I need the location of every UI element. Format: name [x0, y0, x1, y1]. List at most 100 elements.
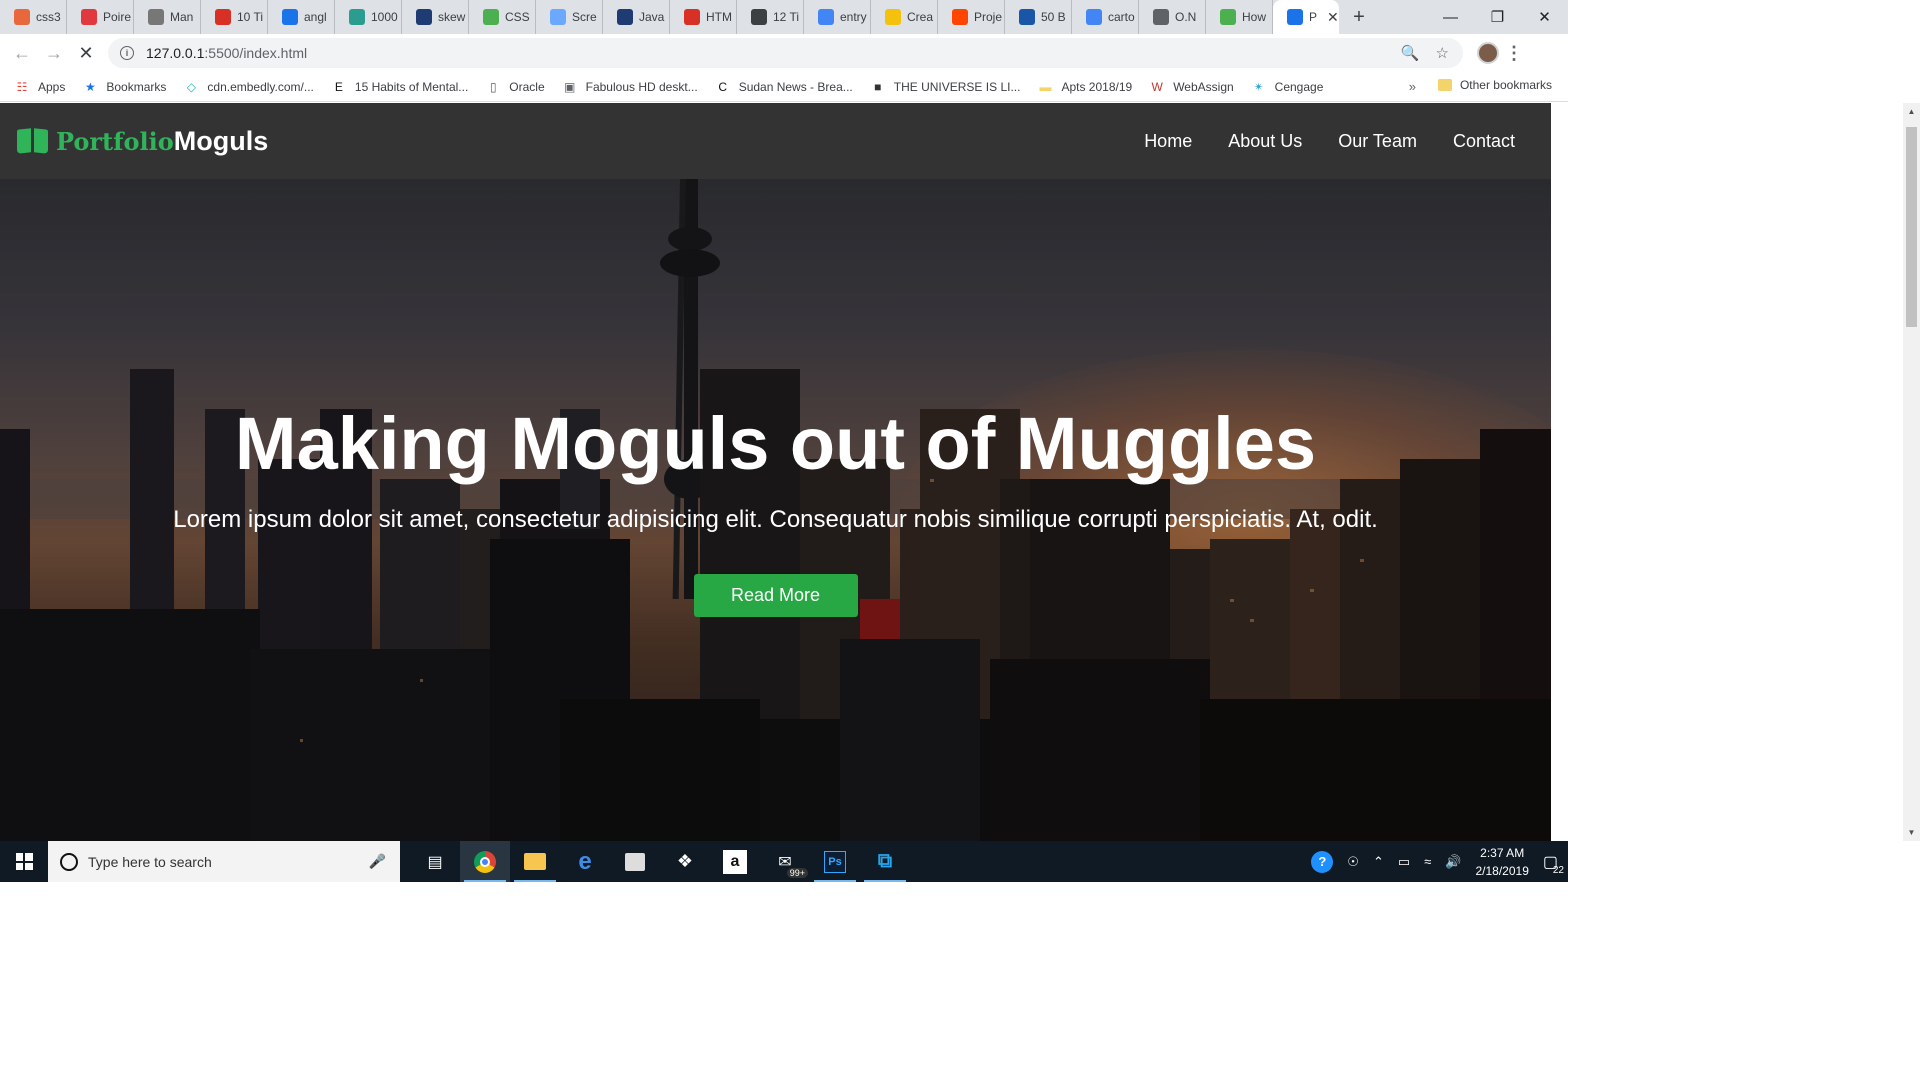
- nav-link-contact[interactable]: Contact: [1453, 131, 1515, 152]
- close-tab-icon[interactable]: ✕: [1327, 9, 1339, 26]
- browser-tab[interactable]: How: [1206, 0, 1273, 34]
- dropbox-icon[interactable]: ❖: [660, 841, 710, 882]
- store-icon[interactable]: [610, 841, 660, 882]
- nav-link-home[interactable]: Home: [1144, 131, 1192, 152]
- opera-icon: [684, 9, 700, 25]
- bookmark-label: Bookmarks: [106, 79, 167, 94]
- bookmark-item[interactable]: ▯ Oracle: [485, 79, 545, 95]
- page-scrollbar[interactable]: ▲ ▼: [1903, 103, 1920, 841]
- bookmark-item[interactable]: W WebAssign: [1149, 79, 1234, 95]
- browser-tab[interactable]: Poire: [67, 0, 134, 34]
- stop-loading-button[interactable]: ✕: [70, 37, 102, 69]
- browser-tab[interactable]: 12 Ti: [737, 0, 804, 34]
- w3-icon: [1220, 9, 1236, 25]
- browser-tab[interactable]: 10 Ti: [201, 0, 268, 34]
- mail-badge: 99+: [786, 868, 808, 878]
- bookmark-label: 15 Habits of Mental...: [354, 79, 469, 94]
- profile-avatar[interactable]: [1477, 42, 1499, 64]
- browser-tab[interactable]: HTM: [670, 0, 737, 34]
- url-host: 127.0.0.1: [146, 45, 205, 61]
- microphone-icon[interactable]: 🎤: [369, 853, 386, 870]
- clock[interactable]: 2:37 AM 2/18/2019: [1475, 844, 1528, 880]
- address-bar[interactable]: i 127.0.0.1:5500/index.html 🔍 ☆: [108, 38, 1463, 68]
- browser-tab[interactable]: Java: [603, 0, 670, 34]
- photo-icon: ■: [874, 79, 882, 94]
- help-icon[interactable]: ?: [1311, 850, 1334, 873]
- browser-tab[interactable]: 1000: [335, 0, 402, 34]
- bookmark-label: Cengage: [1274, 79, 1324, 94]
- c-icon: C: [718, 79, 728, 94]
- browser-tab[interactable]: css3: [0, 0, 67, 34]
- nav-link-our-team[interactable]: Our Team: [1338, 131, 1417, 152]
- battery-icon[interactable]: ▭: [1398, 854, 1410, 870]
- browser-tab[interactable]: CSS: [469, 0, 536, 34]
- browser-tab[interactable]: 50 B: [1005, 0, 1072, 34]
- back-button[interactable]: ←: [6, 37, 38, 69]
- site-info-icon[interactable]: i: [120, 46, 134, 60]
- chrome-icon[interactable]: [460, 841, 510, 882]
- browser-tab[interactable]: Man: [134, 0, 201, 34]
- bookmark-item[interactable]: ▬ Apts 2018/19: [1037, 79, 1132, 95]
- minimize-button[interactable]: —: [1427, 0, 1474, 34]
- zoom-icon[interactable]: 🔍: [1401, 44, 1420, 62]
- file-explorer-icon[interactable]: [510, 841, 560, 882]
- browser-tab[interactable]: P ✕: [1273, 0, 1339, 34]
- hero-content: Making Moguls out of Muggles Lorem ipsum…: [0, 401, 1551, 617]
- volume-icon[interactable]: 🔊: [1445, 854, 1461, 870]
- bookmark-item[interactable]: ■ THE UNIVERSE IS LI...: [870, 79, 1020, 95]
- browser-tab[interactable]: angl: [268, 0, 335, 34]
- logo-text-moguls: Moguls: [173, 125, 269, 156]
- read-more-button[interactable]: Read More: [693, 574, 858, 617]
- vscode-icon[interactable]: ⧉: [860, 841, 910, 882]
- page-icon: [1153, 9, 1169, 25]
- other-bookmarks[interactable]: Other bookmarks: [1437, 78, 1552, 92]
- bookmark-item[interactable]: ◇ cdn.embedly.com/...: [183, 79, 314, 95]
- edge-icon[interactable]: e: [560, 841, 610, 882]
- forward-button[interactable]: →: [38, 37, 70, 69]
- bookmark-item[interactable]: ▣ Fabulous HD deskt...: [562, 79, 698, 95]
- embedly-icon: ◇: [186, 79, 196, 94]
- scroll-down-arrow-icon[interactable]: ▼: [1903, 828, 1920, 837]
- tab-label: How: [1242, 10, 1267, 24]
- wifi-icon[interactable]: ≈: [1424, 854, 1431, 869]
- browser-tab[interactable]: entry: [804, 0, 871, 34]
- people-icon[interactable]: ☉: [1347, 854, 1359, 870]
- browser-tab[interactable]: carto: [1072, 0, 1139, 34]
- bookmark-item[interactable]: ✴ Cengage: [1251, 79, 1324, 95]
- browser-tab[interactable]: Scre: [536, 0, 603, 34]
- bookmark-item[interactable]: C Sudan News - Brea...: [715, 79, 852, 95]
- browser-tab[interactable]: O.N: [1139, 0, 1206, 34]
- hero-subtitle: Lorem ipsum dolor sit amet, consectetur …: [173, 506, 1378, 533]
- robot-icon: [148, 9, 164, 25]
- bookmark-item[interactable]: ☷ Apps: [14, 79, 66, 95]
- new-tab-button[interactable]: +: [1339, 0, 1379, 34]
- mail-icon[interactable]: ✉ 99+: [760, 841, 810, 882]
- nav-link-about-us[interactable]: About Us: [1228, 131, 1302, 152]
- photoshop-icon[interactable]: Ps: [810, 841, 860, 882]
- close-window-button[interactable]: ✕: [1521, 0, 1568, 34]
- task-view-icon[interactable]: ▤: [410, 841, 460, 882]
- restore-button[interactable]: ❐: [1474, 0, 1521, 34]
- bookmarks-overflow-button[interactable]: »: [1409, 79, 1416, 94]
- loading-icon: [1287, 9, 1303, 25]
- browser-menu-icon[interactable]: ⋮: [1499, 43, 1529, 64]
- start-button[interactable]: [0, 841, 48, 882]
- browser-toolbar: ← → ✕ i 127.0.0.1:5500/index.html 🔍 ☆ ⋮: [0, 34, 1568, 72]
- action-center-icon[interactable]: ▢ 22: [1543, 852, 1564, 876]
- circle-icon: [550, 9, 566, 25]
- clock-date: 2/18/2019: [1475, 863, 1529, 878]
- taskbar-search-box[interactable]: Type here to search 🎤: [48, 841, 400, 882]
- browser-tab[interactable]: Crea: [871, 0, 938, 34]
- bookmark-star-icon[interactable]: ☆: [1436, 44, 1449, 62]
- bookmark-item[interactable]: ★ Bookmarks: [82, 79, 166, 95]
- url-text[interactable]: 127.0.0.1:5500/index.html: [146, 45, 307, 61]
- site-logo[interactable]: PortfolioMoguls: [17, 126, 268, 157]
- bookmark-label: Apts 2018/19: [1061, 79, 1133, 94]
- browser-tab[interactable]: skew: [402, 0, 469, 34]
- amazon-icon[interactable]: a: [710, 841, 760, 882]
- bookmark-item[interactable]: E 15 Habits of Mental...: [331, 79, 468, 95]
- scroll-up-arrow-icon[interactable]: ▲: [1903, 107, 1920, 116]
- show-hidden-icons-icon[interactable]: ⌃: [1373, 854, 1384, 870]
- scrollbar-thumb[interactable]: [1906, 127, 1917, 327]
- browser-tab[interactable]: Proje: [938, 0, 1005, 34]
